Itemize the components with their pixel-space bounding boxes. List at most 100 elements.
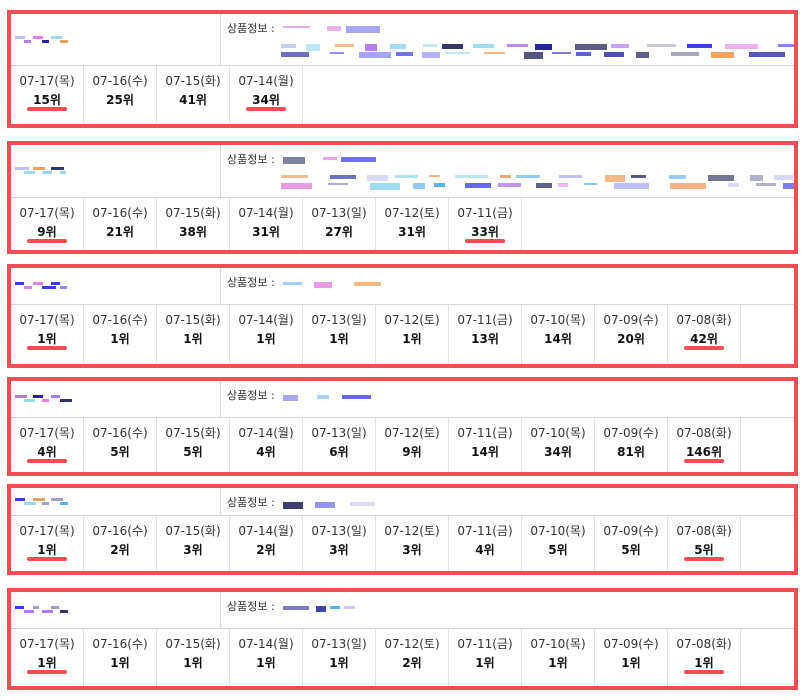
redacted-pixel-block <box>33 282 43 285</box>
redacted-pixel-block <box>15 395 27 398</box>
rank-date: 07-12(토) <box>384 637 440 651</box>
daily-rank-cell: 07-11(금) 13위 <box>449 305 522 364</box>
daily-rank-cell: 07-14(월) 31위 <box>230 198 303 250</box>
rank-value: 1위 <box>402 332 422 346</box>
redacted-pixel-block <box>283 395 298 401</box>
redacted-pixel-block <box>725 44 758 49</box>
product-info-cell: 상품정보 : <box>221 381 794 417</box>
redacted-pixel-block <box>315 502 335 508</box>
rank-value: 15위 <box>33 93 61 107</box>
redacted-pixel-block <box>42 286 56 289</box>
redacted-pixel-block <box>24 39 31 43</box>
highlight-underline <box>27 459 67 463</box>
product-info-label: 상품정보 : <box>227 153 275 166</box>
redacted-pixel-block <box>15 167 29 170</box>
redacted-pixel-block <box>576 52 591 56</box>
redacted-pixel-block <box>330 52 344 54</box>
redacted-pixel-block <box>774 175 793 180</box>
redacted-pixel-block <box>33 606 39 609</box>
rank-value: 1위 <box>548 656 568 670</box>
rank-date: 07-08(화) <box>676 524 732 538</box>
redacted-pixel-block <box>283 26 310 28</box>
product-name-redacted <box>11 592 221 628</box>
rank-date: 07-17(목) <box>19 74 75 88</box>
redacted-pixel-block <box>354 282 381 286</box>
redacted-pixel-block <box>484 52 505 54</box>
redacted-pixel-block <box>330 606 340 609</box>
rank-date: 07-13(일) <box>311 426 367 440</box>
redacted-pixel-block <box>327 26 341 31</box>
daily-rank-cell: 07-10(목) 14위 <box>522 305 595 364</box>
daily-rank-cell: 07-08(화) 146위 <box>668 418 741 472</box>
rank-value: 13위 <box>471 332 499 346</box>
rank-date: 07-13(일) <box>311 524 367 538</box>
daily-rank-cell: 07-11(금) 14위 <box>449 418 522 472</box>
redacted-pixel-block <box>367 175 388 181</box>
rank-value: 3위 <box>329 543 349 557</box>
daily-rank-cell: 07-09(수) 1위 <box>595 629 668 686</box>
redacted-pixel-block <box>552 52 571 54</box>
redacted-pixel-block <box>42 501 49 505</box>
redacted-pixel-block <box>15 606 24 609</box>
redacted-pixel-block <box>359 52 391 58</box>
rank-value: 146위 <box>685 445 723 459</box>
rank-date: 07-14(월) <box>238 74 294 88</box>
redacted-pixel-block <box>749 52 785 57</box>
daily-rank-cell: 07-12(토) 31위 <box>376 198 449 250</box>
product-header: 상품정보 : <box>11 145 794 198</box>
redacted-pixel-block <box>535 44 552 50</box>
redacted-pixel-block <box>614 183 649 189</box>
redacted-pixel-block <box>365 44 377 51</box>
highlight-underline <box>684 459 724 463</box>
redacted-pixel-block <box>51 395 60 398</box>
daily-rank-cell: 07-17(목) 9위 <box>11 198 84 250</box>
daily-rank-cell: 07-17(목) 4위 <box>11 418 84 472</box>
product-header: 상품정보 : <box>11 14 794 66</box>
product-info-label: 상품정보 : <box>227 600 275 613</box>
daily-rank-cell: 07-14(월) 34위 <box>230 66 303 124</box>
rank-date: 07-09(수) <box>603 426 659 440</box>
highlight-underline <box>246 107 286 111</box>
daily-rank-cell: 07-14(월) 4위 <box>230 418 303 472</box>
rank-date: 07-16(수) <box>92 426 148 440</box>
daily-rank-cell: 07-08(화) 1위 <box>668 629 741 686</box>
redacted-pixel-block <box>281 175 308 178</box>
redacted-pixel-block <box>559 175 582 178</box>
redacted-pixel-block <box>558 183 568 187</box>
rank-date: 07-10(목) <box>530 637 586 651</box>
rank-date: 07-16(수) <box>92 524 148 538</box>
redacted-pixel-block <box>395 175 418 178</box>
redacted-pixel-block <box>281 183 312 189</box>
daily-rank-cell: 07-15(화) 1위 <box>157 629 230 686</box>
daily-rank-cell: 07-12(토) 1위 <box>376 305 449 364</box>
rank-value: 6위 <box>329 445 349 459</box>
rank-value: 1위 <box>329 332 349 346</box>
daily-rank-cell: 07-13(일) 27위 <box>303 198 376 250</box>
redacted-pixel-block <box>413 183 425 189</box>
redacted-pixel-block <box>60 399 72 402</box>
daily-rank-cell: 07-10(목) 1위 <box>522 629 595 686</box>
rank-value: 2위 <box>110 543 130 557</box>
redacted-pixel-block <box>42 399 49 402</box>
rank-date: 07-16(수) <box>92 637 148 651</box>
redacted-pixel-block <box>687 44 712 48</box>
product-rank-card: 상품정보 :07-17(목) 1위 07-16(수) 1위 07-15(화) 1위 07-1… <box>7 264 798 368</box>
redacted-pixel-block <box>444 52 470 54</box>
daily-rank-cell: 07-13(일) 3위 <box>303 516 376 571</box>
product-info-cell: 상품정보 : <box>221 145 794 197</box>
redacted-pixel-block <box>750 175 763 181</box>
rank-value: 1위 <box>37 332 57 346</box>
redacted-pixel-block <box>15 497 25 501</box>
redacted-pixel-block <box>423 44 437 47</box>
daily-rank-cell: 07-09(수) 81위 <box>595 418 668 472</box>
redacted-pixel-block <box>33 167 45 170</box>
product-rank-card: 상품정보 :07-17(목) 15위 07-16(수) 25위 07-15(화) 41위 0… <box>7 10 798 128</box>
daily-rank-cell: 07-17(목) 15위 <box>11 66 84 124</box>
rank-value: 31위 <box>252 225 280 239</box>
redacted-pixel-block <box>24 171 35 174</box>
redacted-pixel-block <box>442 44 463 49</box>
rank-date: 07-11(금) <box>457 313 513 327</box>
rank-date: 07-16(수) <box>92 206 148 220</box>
redacted-pixel-block <box>330 175 356 179</box>
rank-date: 07-14(월) <box>238 313 294 327</box>
